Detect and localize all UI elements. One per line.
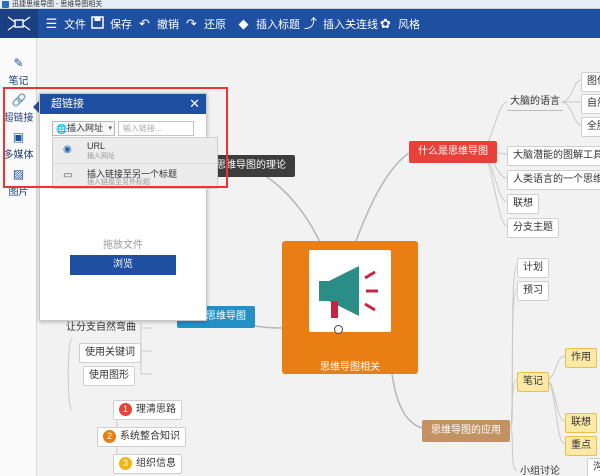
redo-label: 还原 <box>204 18 226 31</box>
style-button[interactable]: ✿ 风格 <box>378 9 420 38</box>
megaphone-icon <box>319 266 378 318</box>
node-image[interactable]: 图像 <box>581 72 600 92</box>
drop-file-text: 拖放文件 <box>103 240 143 251</box>
node-communication[interactable]: 沟通 <box>587 458 600 476</box>
node-plan[interactable]: 计划 <box>517 258 549 278</box>
title-bar: 迅捷思维导图 - 思维导图相关 <box>0 0 600 9</box>
window-title: 迅捷思维导图 - 思维导图相关 <box>12 1 103 8</box>
number-badge: 3 <box>119 457 132 470</box>
node-function[interactable]: 作用 <box>565 348 597 368</box>
sidebar-image-label: 图片 <box>8 187 29 198</box>
node-subtopic[interactable]: 分支主题 <box>507 218 559 238</box>
undo-icon: ↶ <box>139 16 150 31</box>
topic-what-is-mindmap[interactable]: 什么是思维导图 <box>409 141 497 163</box>
numbered-item-3[interactable]: 3 组织信息 <box>113 454 182 475</box>
node-natural-curve[interactable]: 让分支自然弯曲 <box>63 320 139 336</box>
node-preview[interactable]: 预习 <box>517 281 549 301</box>
browse-button[interactable]: 浏览 <box>70 255 176 275</box>
sidebar-item-note[interactable]: ✎ 笔记 <box>0 56 37 87</box>
node-association-2[interactable]: 联想 <box>565 413 597 433</box>
megaphone-image <box>309 250 391 332</box>
save-icon <box>90 16 105 31</box>
number-badge: 2 <box>103 430 116 443</box>
relation-line-icon: ⤴ <box>303 16 317 31</box>
pencil-icon: ✎ <box>13 56 24 70</box>
insert-relation-button[interactable]: ⤴ 插入关连线 <box>303 9 378 38</box>
toolbar: ☰ 文件 保存 ↶ 撤销 ↷ 还原 ◆ 插入标题 ⤴ 插入关连线 ✿ 风格 <box>0 9 600 38</box>
palette-icon: ✿ <box>380 16 391 31</box>
number-badge: 1 <box>119 403 132 416</box>
node-keywords[interactable]: 使用关键词 <box>79 343 141 363</box>
insert-topic-label: 插入标题 <box>256 18 300 31</box>
app-icon <box>2 1 9 8</box>
node-thinking-tool[interactable]: 人类语言的一个思维工具 <box>507 170 600 190</box>
topic-mindmap-application[interactable]: 思维导图的应用 <box>422 420 510 442</box>
node-key-points[interactable]: 重点 <box>565 436 597 456</box>
node-brain-language[interactable]: 大脑的语言 <box>507 94 563 111</box>
numbered-item-label: 理清思路 <box>136 404 176 416</box>
numbered-item-label: 组织信息 <box>136 458 176 470</box>
numbered-item-2[interactable]: 2 系统整合知识 <box>97 427 186 448</box>
node-brain-potential[interactable]: 大脑潜能的图解工具 <box>507 146 600 166</box>
node-association[interactable]: 联想 <box>507 194 539 214</box>
highlight-box <box>3 87 228 188</box>
mindmap-logo-icon <box>7 16 31 31</box>
insert-relation-label: 插入关连线 <box>323 18 378 31</box>
menu-icon: ☰ <box>45 16 58 31</box>
file-menu-button[interactable]: ☰ 文件 <box>44 9 86 38</box>
undo-label: 撤销 <box>157 18 179 31</box>
save-label: 保存 <box>110 18 132 31</box>
redo-button[interactable]: ↷ 还原 <box>184 9 226 38</box>
node-whole-brain[interactable]: 全脑 <box>581 117 600 137</box>
numbered-item-label: 系统整合知识 <box>120 431 180 443</box>
tag-icon: ◆ <box>238 16 249 31</box>
file-label: 文件 <box>64 18 86 31</box>
style-label: 风格 <box>398 18 420 31</box>
sidebar-note-label: 笔记 <box>8 76 29 87</box>
central-topic[interactable]: 思维导图相关 <box>282 241 418 374</box>
save-button[interactable]: 保存 <box>90 9 132 38</box>
node-graphics[interactable]: 使用图形 <box>83 366 135 386</box>
insert-topic-button[interactable]: ◆ 插入标题 <box>236 9 301 38</box>
node-group-discussion[interactable]: 小组讨论 <box>517 464 563 476</box>
central-topic-label: 思维导图相关 <box>320 362 380 373</box>
magnifier-icon <box>334 325 343 334</box>
numbered-item-1[interactable]: 1 理清思路 <box>113 400 182 421</box>
redo-icon: ↷ <box>186 16 197 31</box>
undo-button[interactable]: ↶ 撤销 <box>137 9 179 38</box>
mindmap-logo-button[interactable] <box>0 9 38 38</box>
node-notes[interactable]: 笔记 <box>517 372 549 392</box>
node-nature[interactable]: 自然 <box>581 94 600 114</box>
